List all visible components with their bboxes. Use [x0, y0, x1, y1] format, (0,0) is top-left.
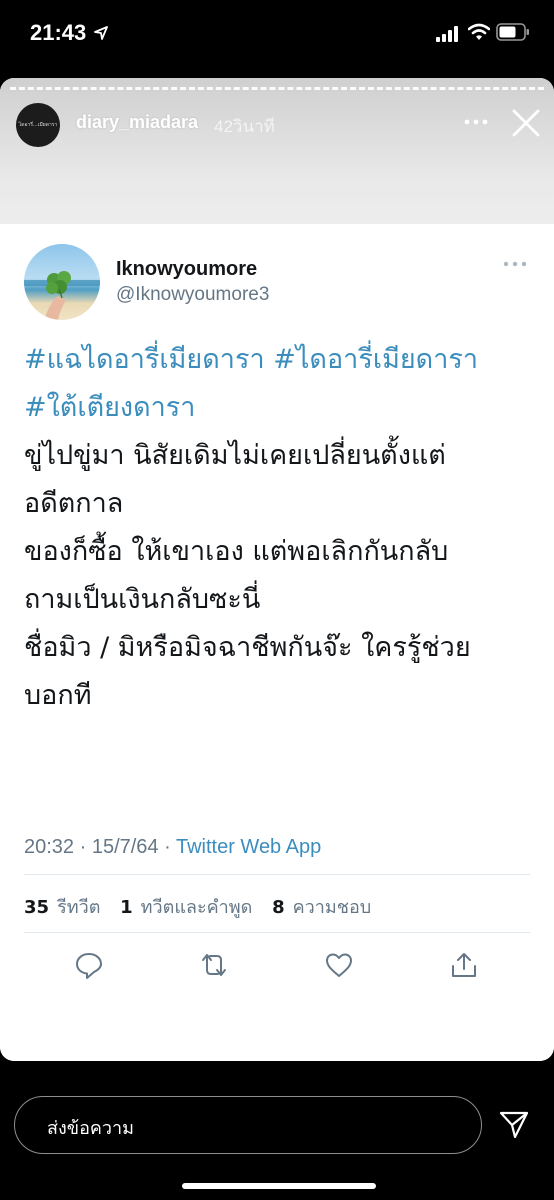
hashtag-link[interactable]: #แฉไดอารี่เมียดารา	[24, 344, 265, 375]
more-icon[interactable]	[462, 108, 490, 136]
tweet-handle[interactable]: @Iknowyoumore3	[116, 284, 269, 306]
story-card[interactable]: ไดอารี่...เมียดารา diary_miadara 42วินาท…	[0, 78, 554, 1061]
story-username[interactable]: diary_miadara	[76, 112, 198, 133]
stat-count: 1	[120, 897, 133, 918]
stat-retweets[interactable]: 35 รีทวีต	[24, 897, 100, 918]
home-indicator[interactable]	[182, 1183, 376, 1189]
stat-label: ความชอบ	[292, 897, 372, 918]
story-avatar[interactable]: ไดอารี่...เมียดารา	[16, 103, 60, 147]
divider	[24, 932, 530, 933]
reply-icon[interactable]	[74, 950, 104, 980]
story-header: ไดอารี่...เมียดารา diary_miadara 42วินาท…	[0, 78, 554, 224]
share-icon[interactable]	[449, 950, 479, 980]
stat-count: 8	[272, 897, 285, 918]
tweet-text: #แฉไดอารี่เมียดารา #ไดอารี่เมียดารา #ใต้…	[24, 336, 534, 720]
tweet-more-icon[interactable]	[502, 258, 528, 270]
status-time: 21:43	[30, 20, 87, 45]
tweet-line: บอกที	[24, 680, 92, 711]
status-bar: 21:43	[0, 0, 554, 70]
tweet-timestamp[interactable]: 20:32 · 15/7/64 ·	[24, 836, 176, 858]
stat-quotes[interactable]: 1 ทวีตและคำพูด	[120, 897, 252, 918]
stat-likes[interactable]: 8 ความชอบ	[272, 897, 371, 918]
signal-icon	[436, 26, 458, 42]
stat-label: ทวีตและคำพูด	[140, 897, 253, 918]
close-icon[interactable]	[510, 107, 542, 139]
clover-image	[24, 271, 100, 320]
tweet-stats: 35 รีทวีต 1 ทวีตและคำพูด 8 ความชอบ	[24, 892, 385, 921]
tweet-line: ชื่อมิว / มิหรือมิจฉาชีพกันจ๊ะ ใครรู้ช่ว…	[24, 632, 471, 663]
hashtag-link[interactable]: #ใต้เตียงดารา	[24, 392, 195, 423]
location-arrow-icon	[94, 26, 108, 40]
retweet-icon[interactable]	[199, 950, 229, 980]
hashtag-line: #ใต้เตียงดารา	[24, 384, 534, 432]
divider	[24, 874, 530, 875]
story-time-ago: 42วินาที	[214, 117, 275, 136]
message-input[interactable]: ส่งข้อความ	[14, 1096, 482, 1154]
tweet-line: ของก็ซื้อ ให้เขาเอง แต่พอเลิกกันกลับ	[24, 536, 449, 567]
stat-label: รีทวีต	[57, 897, 101, 918]
tweet-avatar[interactable]	[24, 244, 100, 320]
hashtag-link[interactable]: #ไดอารี่เมียดารา	[273, 344, 478, 375]
send-icon[interactable]	[498, 1108, 530, 1140]
like-icon[interactable]	[324, 950, 354, 980]
tweet-line: ขู่ไปขู่มา นิสัยเดิมไม่เคยเปลี่ยนตั้งแต่	[24, 440, 446, 471]
wifi-icon	[468, 23, 490, 40]
stat-count: 35	[24, 897, 50, 918]
tweet-card: Iknowyoumore @Iknowyoumore3 #แฉไดอารี่เม…	[0, 224, 554, 1061]
hashtag-line: #แฉไดอารี่เมียดารา #ไดอารี่เมียดารา	[24, 336, 534, 384]
story-progress-bar	[10, 87, 544, 90]
message-placeholder: ส่งข้อความ	[47, 1118, 135, 1139]
tweet-line: อดีตกาล	[24, 488, 124, 519]
battery-icon	[496, 23, 529, 41]
tweet-display-name[interactable]: Iknowyoumore	[116, 258, 257, 281]
tweet-line: ถามเป็นเงินกลับซะนี่	[24, 584, 261, 615]
tweet-source[interactable]: Twitter Web App	[176, 836, 321, 858]
tweet-meta: 20:32 · 15/7/64 · Twitter Web App	[24, 836, 321, 859]
